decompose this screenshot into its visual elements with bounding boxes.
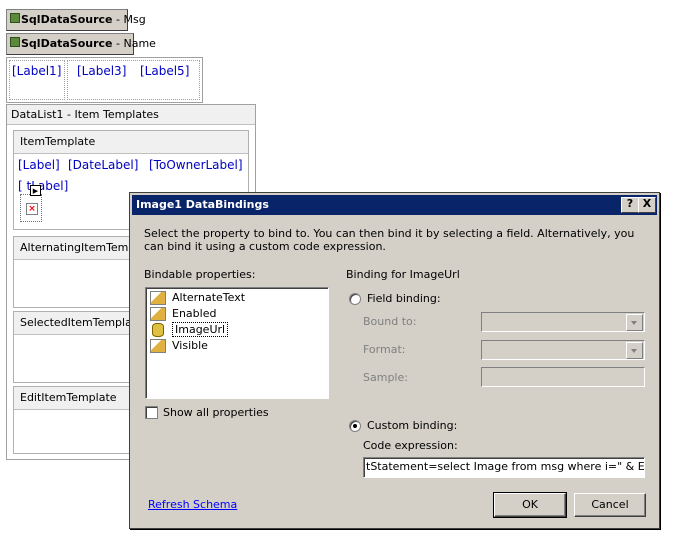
- binding-for-label: Binding for ImageUrl: [346, 268, 460, 281]
- show-all-properties-checkbox[interactable]: [145, 406, 158, 419]
- code-expression-input[interactable]: tStatement=select Image from msg where i…: [363, 457, 645, 478]
- property-icon: [150, 339, 166, 353]
- custom-binding-label: Custom binding:: [367, 419, 458, 432]
- bindable-properties-list[interactable]: AlternateText Enabled ImageUrl Visible: [145, 287, 329, 399]
- dialog-title-bar[interactable]: Image1 DataBindings ? X: [132, 195, 657, 215]
- label3-control[interactable]: [Label3]: [77, 64, 126, 78]
- ok-button[interactable]: OK: [493, 492, 567, 518]
- broken-image-icon: ×: [26, 203, 38, 215]
- property-label: Visible: [172, 339, 208, 352]
- close-button[interactable]: X: [638, 197, 656, 213]
- field-binding-radio[interactable]: [349, 293, 361, 305]
- refresh-schema-link[interactable]: Refresh Schema: [148, 498, 237, 511]
- tlabel-control[interactable]: [ tLabel]: [18, 179, 68, 193]
- datalist-header: DataList1 - Item Templates: [7, 105, 255, 125]
- property-item-alternatetext[interactable]: AlternateText: [150, 290, 245, 305]
- code-expression-label: Code expression:: [363, 439, 458, 452]
- property-label: Enabled: [172, 307, 217, 320]
- chevron-down-icon: [626, 342, 643, 359]
- dialog-title: Image1 DataBindings: [136, 198, 269, 211]
- help-icon: ?: [626, 197, 634, 210]
- database-cylinder-icon: [152, 323, 164, 337]
- sds-msg-suffix: - Msg: [112, 13, 146, 26]
- property-label: AlternateText: [172, 291, 246, 304]
- image1-control[interactable]: ×: [20, 194, 42, 222]
- bound-to-combo: [481, 312, 645, 332]
- custom-binding-radio[interactable]: [349, 420, 361, 432]
- help-button[interactable]: ?: [621, 197, 639, 213]
- datalist-title: DataList1 - Item Templates: [11, 108, 159, 121]
- sample-label: Sample:: [363, 371, 408, 384]
- property-item-visible[interactable]: Visible: [150, 338, 208, 353]
- bound-to-label: Bound to:: [363, 315, 417, 328]
- label5-control[interactable]: [Label5]: [140, 64, 189, 78]
- dialog-description: Select the property to bind to. You can …: [144, 227, 635, 253]
- item-template-header: ItemTemplate: [14, 131, 248, 154]
- format-combo: [481, 340, 645, 360]
- sds-name-name: SqlDataSource: [21, 37, 113, 50]
- label1-control[interactable]: [Label1]: [12, 64, 61, 78]
- close-icon: X: [642, 197, 652, 210]
- toownerlabel-control[interactable]: [ToOwnerLabel]: [149, 158, 243, 172]
- radio-selected-dot: [353, 424, 357, 428]
- property-icon: [150, 307, 166, 321]
- property-item-enabled[interactable]: Enabled: [150, 306, 216, 321]
- property-icon: [150, 291, 166, 305]
- sqldatasource-name-tag[interactable]: SqlDataSource - Name: [6, 33, 156, 55]
- format-label: Format:: [363, 343, 406, 356]
- component-icon: [10, 13, 20, 23]
- sds-name-suffix: - Name: [112, 37, 156, 50]
- property-label: ImageUrl: [172, 322, 229, 337]
- item-template-title: ItemTemplate: [20, 135, 96, 148]
- smart-tag-arrow-icon[interactable]: ▶: [30, 185, 41, 196]
- component-icon: [10, 37, 20, 47]
- selected-template-title: SelectedItemTemplate: [20, 316, 143, 329]
- databindings-dialog[interactable]: Image1 DataBindings ? X Select the prope…: [129, 192, 660, 529]
- bindable-properties-label: Bindable properties:: [144, 268, 256, 281]
- sds-msg-name: SqlDataSource: [21, 13, 113, 26]
- show-all-properties-label: Show all properties: [163, 406, 269, 419]
- field-binding-label: Field binding:: [367, 292, 441, 305]
- top-labels-table: [Label1] [Label3] [Label5]: [6, 57, 203, 103]
- cancel-button[interactable]: Cancel: [574, 493, 646, 517]
- datelabel-control[interactable]: [DateLabel]: [68, 158, 138, 172]
- edit-template-title: EditItemTemplate: [20, 391, 117, 404]
- sqldatasource-msg-tag[interactable]: SqlDataSource - Msg: [6, 9, 146, 31]
- sample-field: [481, 367, 645, 387]
- chevron-down-icon: [626, 314, 643, 331]
- property-item-imageurl[interactable]: ImageUrl: [150, 322, 229, 337]
- label-control[interactable]: [Label]: [18, 158, 60, 172]
